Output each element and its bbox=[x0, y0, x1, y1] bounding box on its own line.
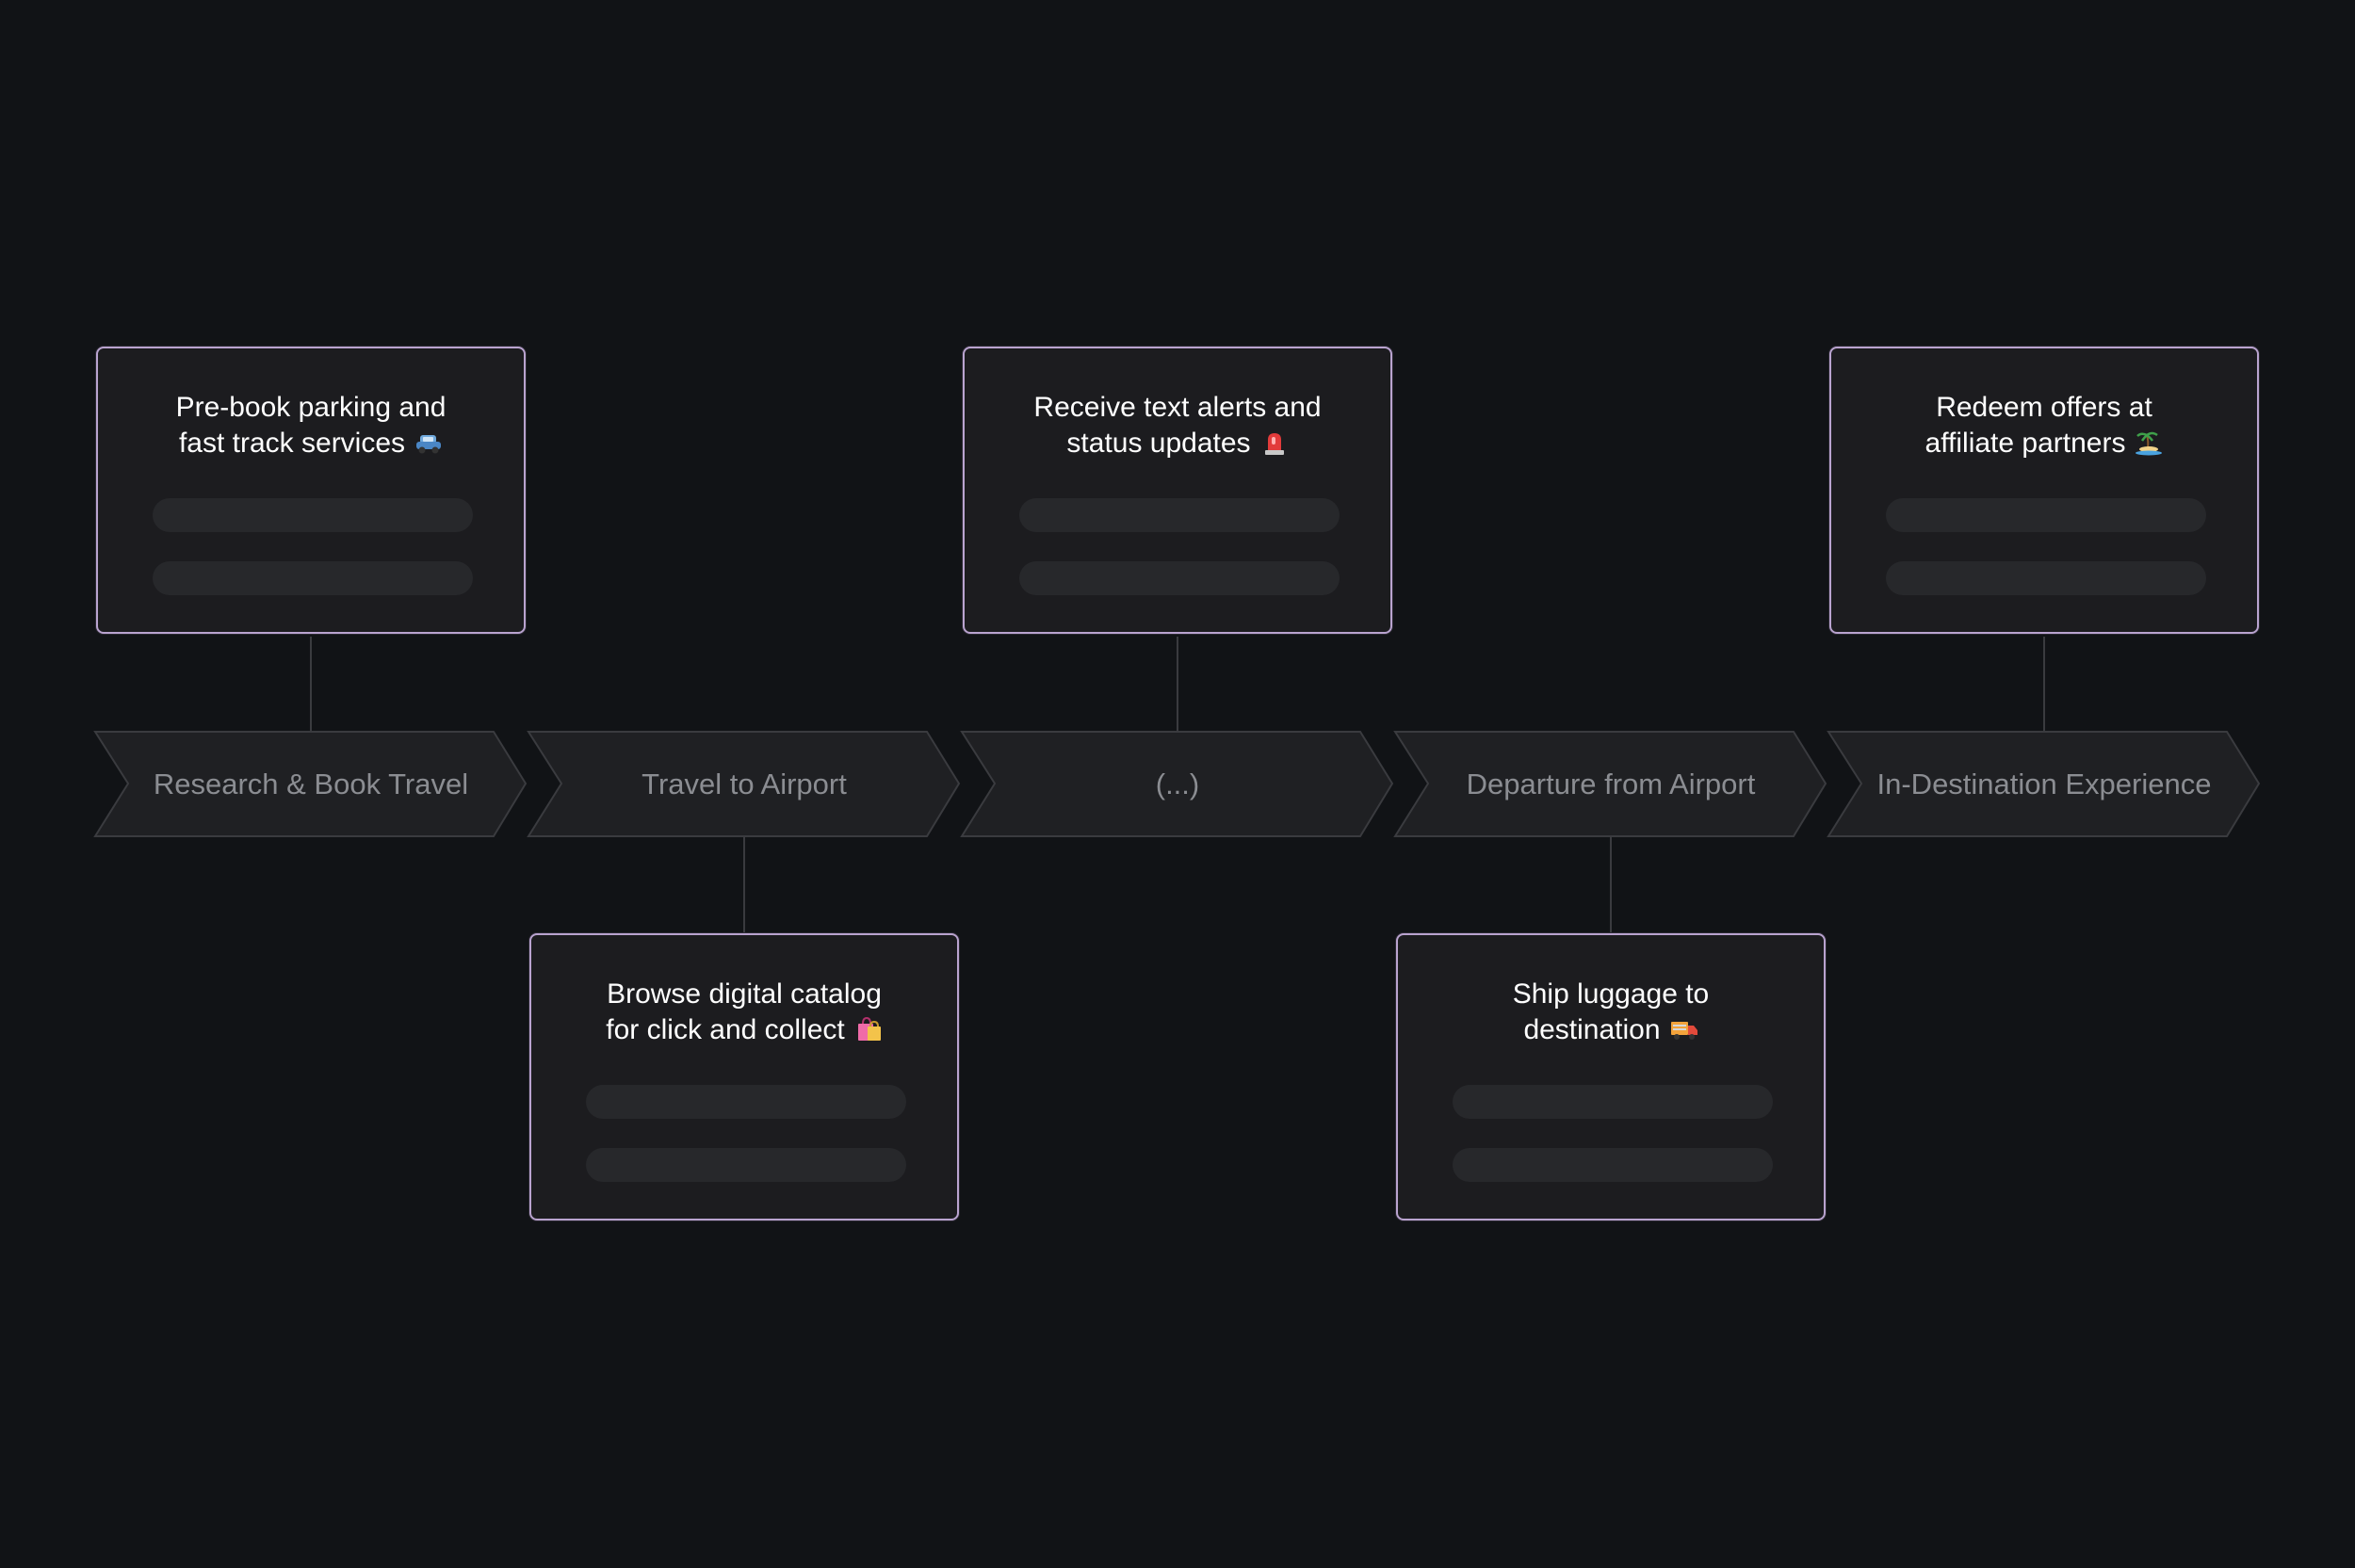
placeholder-bar bbox=[586, 1148, 906, 1182]
placeholder-bar bbox=[153, 561, 473, 595]
shopping-bags-icon bbox=[857, 1016, 881, 1041]
card-title-line: Pre-book parking and bbox=[175, 392, 447, 423]
placeholder-bar bbox=[1886, 498, 2206, 532]
card-title: Receive text alerts and status updates bbox=[983, 390, 1372, 461]
card-browse-digital-catalog: Browse digital catalog for click and col… bbox=[529, 933, 959, 1220]
card-title: Pre-book parking and fast track services bbox=[117, 390, 505, 461]
card-title-line: status updates bbox=[1066, 428, 1251, 459]
card-title: Browse digital catalog for click and col… bbox=[550, 977, 938, 1048]
stage-in-destination-experience: In-Destination Experience bbox=[1827, 731, 2261, 837]
card-title-line: Ship luggage to bbox=[1512, 978, 1710, 1010]
stage-label: Research & Book Travel bbox=[154, 768, 468, 800]
placeholder-bar bbox=[1453, 1085, 1773, 1119]
card-receive-text-alerts: Receive text alerts and status updates bbox=[963, 347, 1392, 634]
card-title-line: Receive text alerts and bbox=[1033, 392, 1322, 423]
card-title-line: Redeem offers at bbox=[1936, 392, 2152, 423]
island-icon bbox=[2136, 431, 2163, 456]
card-title-line: destination bbox=[1523, 1014, 1661, 1045]
placeholder-bar bbox=[1019, 498, 1340, 532]
card-ship-luggage: Ship luggage to destination bbox=[1396, 933, 1826, 1220]
card-title-line: Browse digital catalog bbox=[607, 978, 882, 1010]
stage-departure-from-airport: Departure from Airport bbox=[1393, 731, 1827, 837]
stage-label: Departure from Airport bbox=[1467, 768, 1756, 800]
placeholder-bar bbox=[1886, 561, 2206, 595]
card-title-line: affiliate partners bbox=[1925, 428, 2126, 459]
placeholder-bar bbox=[1019, 561, 1340, 595]
stage-travel-to-airport: Travel to Airport bbox=[527, 731, 961, 837]
delivery-truck-icon bbox=[1670, 1022, 1697, 1040]
card-title: Ship luggage to destination bbox=[1417, 977, 1805, 1048]
placeholder-bar bbox=[153, 498, 473, 532]
journey-diagram: Research & Book Travel Travel to Airport… bbox=[93, 637, 2261, 932]
stage-ellipsis: (...) bbox=[960, 731, 1394, 837]
card-title-line: fast track services bbox=[178, 428, 406, 459]
stage-label: Travel to Airport bbox=[642, 768, 847, 800]
placeholder-bar bbox=[1453, 1148, 1773, 1182]
card-pre-book-parking: Pre-book parking and fast track services bbox=[96, 347, 526, 634]
siren-icon bbox=[1264, 433, 1284, 455]
car-icon bbox=[416, 435, 442, 454]
stage-label: In-Destination Experience bbox=[1877, 768, 2212, 800]
stage-research-book-travel: Research & Book Travel bbox=[93, 731, 528, 837]
card-redeem-offers: Redeem offers at affiliate partners bbox=[1829, 347, 2259, 634]
stage-label: (...) bbox=[1156, 768, 1200, 800]
placeholder-bar bbox=[586, 1085, 906, 1119]
card-title: Redeem offers at affiliate partners bbox=[1850, 390, 2238, 461]
card-title-line: for click and collect bbox=[606, 1014, 845, 1045]
